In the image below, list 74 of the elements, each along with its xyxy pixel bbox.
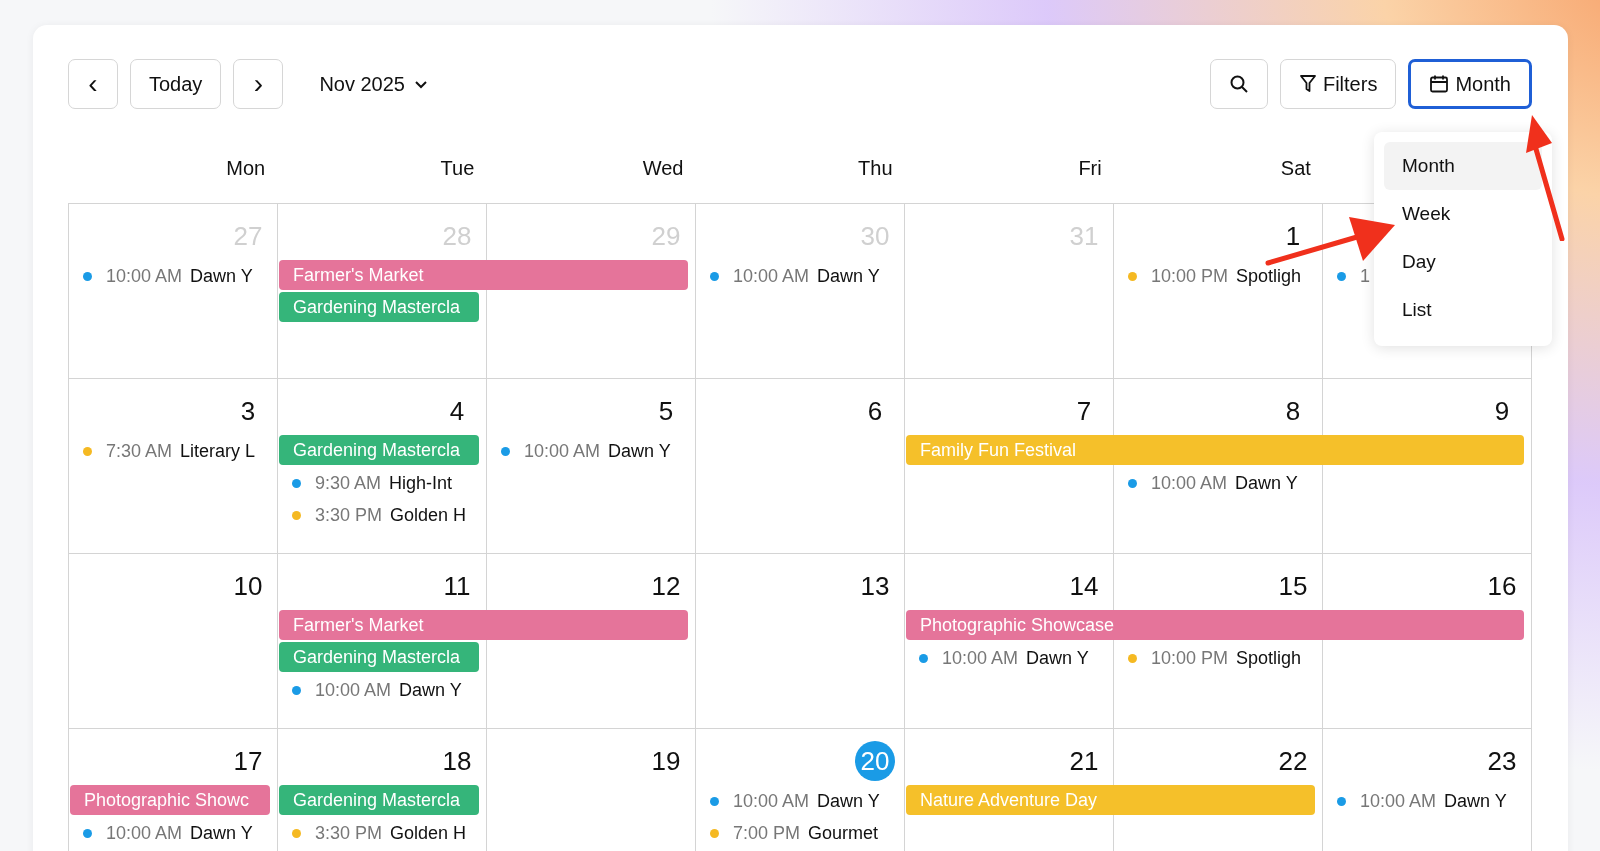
event-time[interactable]: 10:00 AM <box>106 822 183 844</box>
event-time[interactable]: 10:00 AM <box>315 679 392 701</box>
event-time[interactable]: 10:00 AM <box>1151 472 1228 494</box>
weekday-header: Sat <box>1279 156 1312 181</box>
day-number[interactable]: 3 <box>228 391 268 431</box>
event-title[interactable]: Dawn Y <box>817 265 880 287</box>
day-number[interactable]: 13 <box>855 566 895 606</box>
period-dropdown[interactable]: Nov 2025 <box>313 71 435 97</box>
day-number[interactable]: 21 <box>1064 741 1104 781</box>
menu-item[interactable]: Week <box>1384 190 1542 238</box>
search-icon <box>1228 74 1249 94</box>
event-time[interactable]: 1 <box>1360 265 1370 287</box>
filters-button[interactable]: Filters <box>1279 59 1397 109</box>
event-title[interactable]: Dawn Y <box>399 679 462 701</box>
day-number[interactable]: 12 <box>646 566 686 606</box>
event-title[interactable]: Golden H <box>390 504 467 526</box>
event-title[interactable]: High-Int <box>389 472 453 494</box>
event-time[interactable]: 10:00 AM <box>733 790 810 812</box>
event-title[interactable]: Golden H <box>390 822 467 844</box>
day-number[interactable]: 17 <box>228 741 268 781</box>
event-time[interactable]: 10:00 AM <box>524 440 601 462</box>
weekday-header: Fri <box>1077 156 1103 181</box>
day-number[interactable]: 9 <box>1482 391 1522 431</box>
day-number[interactable]: 4 <box>437 391 477 431</box>
menu-item[interactable]: Day <box>1384 238 1542 286</box>
event-time[interactable]: 9:30 AM <box>315 472 382 494</box>
event-time[interactable]: 10:00 PM <box>1151 647 1229 669</box>
day-number[interactable]: 5 <box>646 391 686 431</box>
event-time[interactable]: 10:00 AM <box>733 265 810 287</box>
previous-button[interactable]: ‹ <box>68 59 118 109</box>
filter-icon <box>1298 74 1317 94</box>
day-number[interactable]: 19 <box>646 741 686 781</box>
search-button[interactable] <box>1209 59 1268 109</box>
day-number[interactable]: 1 <box>1273 216 1313 256</box>
day-number[interactable]: 6 <box>855 391 895 431</box>
day-number[interactable]: 22 <box>1273 741 1313 781</box>
event-time[interactable]: 7:30 AM <box>106 440 173 462</box>
event-title[interactable]: Dawn Y <box>1026 647 1089 669</box>
event-time[interactable]: 3:30 PM <box>315 504 383 526</box>
day-number[interactable]: 15 <box>1273 566 1313 606</box>
day-number[interactable]: 8 <box>1273 391 1313 431</box>
day-number[interactable]: 23 <box>1482 741 1522 781</box>
event-title[interactable]: Literary L <box>180 440 256 462</box>
calendar-icon <box>1429 74 1450 94</box>
menu-item[interactable]: List <box>1384 286 1542 334</box>
day-number[interactable]: 7 <box>1064 391 1104 431</box>
event-title[interactable]: Dawn Y <box>817 790 880 812</box>
weekday-header: Tue <box>439 156 476 181</box>
event-time[interactable]: 3:30 PM <box>315 822 383 844</box>
weekday-header: Wed <box>641 156 685 181</box>
view-button[interactable]: Month <box>1408 59 1532 109</box>
day-number[interactable]: 10 <box>228 566 268 606</box>
event-time[interactable]: 10:00 AM <box>106 265 183 287</box>
event-title[interactable]: Dawn Y <box>608 440 671 462</box>
event-title[interactable]: Gourmet <box>808 822 879 844</box>
menu-item[interactable]: Month <box>1384 142 1542 190</box>
today-button[interactable]: Today <box>130 59 222 109</box>
event-title[interactable]: Spotligh <box>1236 265 1302 287</box>
next-button[interactable]: › <box>233 59 284 109</box>
day-number[interactable]: 14 <box>1064 566 1104 606</box>
event-title[interactable]: Dawn Y <box>190 822 253 844</box>
weekday-header: Thu <box>857 156 894 181</box>
day-number[interactable]: 18 <box>437 741 477 781</box>
event-title[interactable]: Dawn Y <box>1444 790 1507 812</box>
event-title[interactable]: Dawn Y <box>190 265 253 287</box>
event-title[interactable]: Dawn Y <box>1235 472 1298 494</box>
event-time[interactable]: 10:00 AM <box>1360 790 1437 812</box>
event-time[interactable]: 10:00 AM <box>942 647 1019 669</box>
event-title[interactable]: Spotligh <box>1236 647 1302 669</box>
weekday-header: Mon <box>225 156 267 181</box>
day-number[interactable]: 11 <box>437 566 477 606</box>
day-number[interactable]: 16 <box>1482 566 1522 606</box>
event-time[interactable]: 10:00 PM <box>1151 265 1229 287</box>
event-time[interactable]: 7:00 PM <box>733 822 801 844</box>
